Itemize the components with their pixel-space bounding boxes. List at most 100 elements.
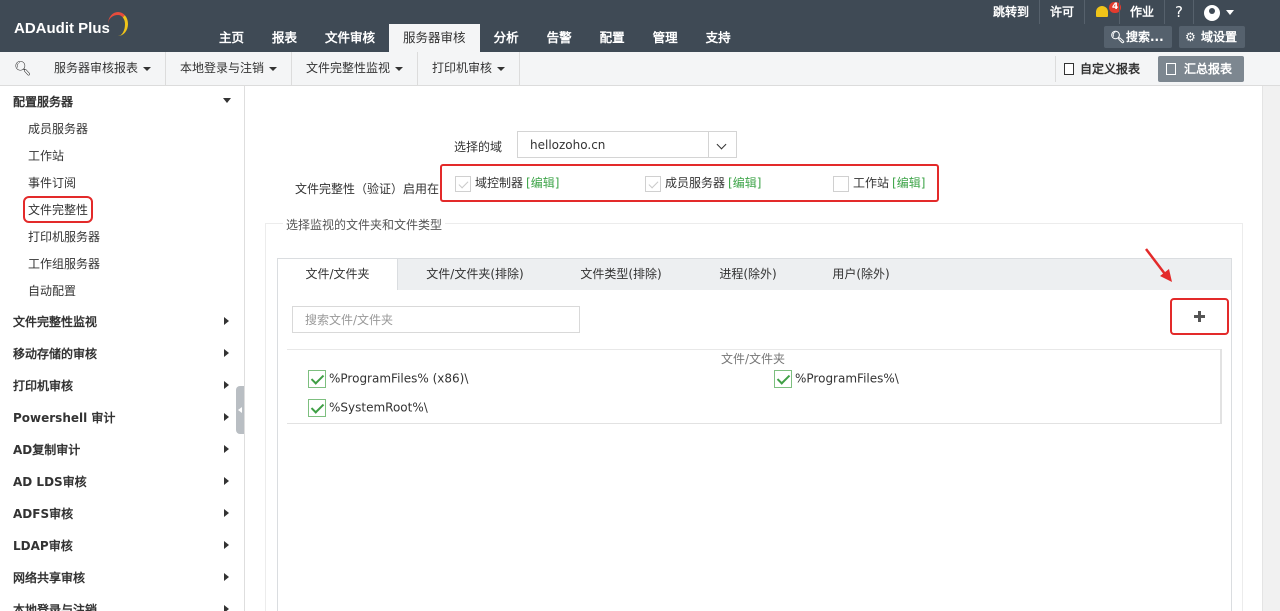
folder-path: %ProgramFiles% (x86)\ <box>329 371 469 386</box>
sidebar: 配置服务器 成员服务器 工作站 事件订阅 文件完整性 打印机服务器 工作组服务器… <box>0 86 245 611</box>
sidebar-item-workgroup-servers[interactable]: 工作组服务器 <box>28 255 100 272</box>
tab-processes-exclude[interactable]: 进程(除外) <box>698 259 798 290</box>
sidebar-section-network-share[interactable]: 网络共享审核 <box>13 569 85 586</box>
workstations-edit-link[interactable]: [编辑] <box>892 176 925 190</box>
nav-tab-alerts[interactable]: 告警 <box>533 24 586 52</box>
list-item: %ProgramFiles%\ <box>774 370 899 388</box>
nav-tab-file-audit[interactable]: 文件审核 <box>311 24 389 52</box>
main-nav: 主页 报表 文件审核 服务器审核 分析 告警 配置 管理 支持 <box>205 24 745 52</box>
folder-checkbox[interactable] <box>308 370 326 388</box>
custom-report-label: 自定义报表 <box>1079 62 1140 76</box>
top-header: ADAudit Plus 跳转到 许可 4 作业 ? 主页 报表 文件审核 服务… <box>0 0 1280 52</box>
help-button[interactable]: ? <box>1164 0 1193 24</box>
notification-button[interactable]: 4 <box>1084 0 1122 24</box>
folder-checkbox[interactable] <box>774 370 792 388</box>
list-item: %SystemRoot%\ <box>308 399 428 417</box>
tab-files-folders-exclude[interactable]: 文件/文件夹(排除) <box>410 259 540 290</box>
user-menu[interactable] <box>1193 0 1244 24</box>
domain-select-value: hellozoho.cn <box>530 138 606 152</box>
sidebar-item-print-servers[interactable]: 打印机服务器 <box>28 228 100 245</box>
folder-tabs: 文件/文件夹 文件/文件夹(排除) 文件类型(排除) 进程(除外) 用户(除外) <box>277 258 1232 291</box>
app-logo[interactable]: ADAudit Plus <box>14 20 110 37</box>
dc-edit-link[interactable]: [编辑] <box>526 176 559 190</box>
menu-file-integrity[interactable]: 文件完整性监视 <box>292 52 419 85</box>
domain-settings-button[interactable]: ⚙ 域设置 <box>1179 26 1246 48</box>
menu-server-audit-reports[interactable]: 服务器审核报表 <box>40 52 167 85</box>
jobs-link[interactable]: 作业 <box>1119 0 1164 24</box>
folder-list-scrollbar[interactable] <box>1220 349 1222 424</box>
nav-tab-support[interactable]: 支持 <box>692 24 745 52</box>
sidebar-section-local-logon[interactable]: 本地登录与注销 <box>13 601 97 611</box>
report-buttons: 自定义报表 汇总报表 <box>1054 56 1244 82</box>
chevron-down-icon <box>143 66 152 71</box>
nav-tab-configuration[interactable]: 配置 <box>586 24 639 52</box>
folder-list-header: 文件/文件夹 <box>721 352 786 366</box>
caret-right-icon <box>224 573 229 581</box>
sub-menu: 服务器审核报表 本地登录与注销 文件完整性监视 打印机审核 <box>40 52 521 85</box>
domain-settings-label: 域设置 <box>1201 30 1238 44</box>
menu-local-logon[interactable]: 本地登录与注销 <box>166 52 293 85</box>
caret-right-icon <box>224 381 229 389</box>
sidebar-item-auto-config[interactable]: 自动配置 <box>28 282 76 299</box>
menu-label: 文件完整性监视 <box>306 61 391 75</box>
sidebar-section-ldap[interactable]: LDAP审核 <box>13 537 73 554</box>
sidebar-section-ad-replication[interactable]: AD复制审计 <box>13 441 80 458</box>
member-servers-edit-link[interactable]: [编辑] <box>728 176 761 190</box>
nav-tab-analytics[interactable]: 分析 <box>480 24 533 52</box>
sidebar-section-printer-audit[interactable]: 打印机审核 <box>13 377 73 394</box>
sidebar-item-workstations[interactable]: 工作站 <box>28 147 64 164</box>
chevron-down-icon <box>269 66 278 71</box>
domain-select[interactable]: hellozoho.cn <box>517 131 737 158</box>
menu-printer-audit[interactable]: 打印机审核 <box>418 52 521 85</box>
nav-tab-admin[interactable]: 管理 <box>639 24 692 52</box>
license-link[interactable]: 许可 <box>1039 0 1084 24</box>
search-icon: 🔍︎ <box>1110 30 1126 44</box>
sidebar-item-event-subscription[interactable]: 事件订阅 <box>28 174 76 191</box>
nav-tab-server-audit[interactable]: 服务器审核 <box>389 24 480 52</box>
folder-search-input[interactable] <box>292 306 580 333</box>
search-button[interactable]: 🔍︎ 搜索... <box>1104 26 1172 48</box>
sidebar-section-removable-storage[interactable]: 移动存储的审核 <box>13 345 97 362</box>
tab-users-exclude[interactable]: 用户(除外) <box>811 259 911 290</box>
chevron-down-icon[interactable] <box>708 132 736 157</box>
caret-down-icon <box>223 98 231 103</box>
sidebar-section-configure-servers[interactable]: 配置服务器 <box>13 93 73 110</box>
member-servers-checkbox[interactable] <box>645 175 661 192</box>
custom-report-button[interactable]: 自定义报表 <box>1054 56 1150 82</box>
sidebar-collapse-handle[interactable] <box>236 386 244 434</box>
caret-right-icon <box>224 477 229 485</box>
target-workstations: 工作站 [编辑] <box>833 174 925 192</box>
sidebar-section-ad-lds[interactable]: AD LDS审核 <box>13 473 87 490</box>
jump-to-link[interactable]: 跳转到 <box>983 0 1039 24</box>
add-folder-button[interactable] <box>1170 298 1229 335</box>
bell-icon: 4 <box>1095 2 1122 19</box>
nav-tab-home[interactable]: 主页 <box>205 24 258 52</box>
chevron-down-icon <box>395 66 404 71</box>
utility-bar: 跳转到 许可 4 作业 ? <box>983 0 1244 24</box>
nav-tab-reports[interactable]: 报表 <box>258 24 311 52</box>
summary-report-button[interactable]: 汇总报表 <box>1157 56 1244 82</box>
fieldset-legend: 选择监视的文件夹和文件类型 <box>283 216 446 233</box>
workstations-checkbox[interactable] <box>833 175 849 192</box>
menu-label: 本地登录与注销 <box>180 61 265 75</box>
tab-files-folders[interactable]: 文件/文件夹 <box>278 259 398 291</box>
search-button-label: 搜索... <box>1126 30 1164 44</box>
chevron-down-icon <box>497 66 506 71</box>
red-arrow-annotation-icon <box>1145 248 1172 282</box>
gear-icon: ⚙ <box>1185 30 1196 44</box>
tab-file-types-exclude[interactable]: 文件类型(排除) <box>561 259 681 290</box>
sidebar-section-fim[interactable]: 文件完整性监视 <box>13 313 97 330</box>
sidebar-section-powershell[interactable]: Powershell 审计 <box>13 409 115 426</box>
caret-right-icon <box>224 541 229 549</box>
target-domain-controllers: 域控制器 [编辑] <box>455 174 559 192</box>
sidebar-item-file-integrity[interactable]: 文件完整性 <box>22 196 94 223</box>
target-label: 域控制器 <box>475 176 524 190</box>
folder-checkbox[interactable] <box>308 399 326 417</box>
sidebar-item-member-servers[interactable]: 成员服务器 <box>28 120 88 137</box>
folder-path: %SystemRoot%\ <box>329 400 428 415</box>
sidebar-section-adfs[interactable]: ADFS审核 <box>13 505 73 522</box>
search-icon[interactable]: 🔍︎ <box>14 61 32 77</box>
menu-label: 服务器审核报表 <box>54 61 139 75</box>
dc-checkbox[interactable] <box>455 175 471 192</box>
page-scrollbar[interactable] <box>1262 86 1280 611</box>
